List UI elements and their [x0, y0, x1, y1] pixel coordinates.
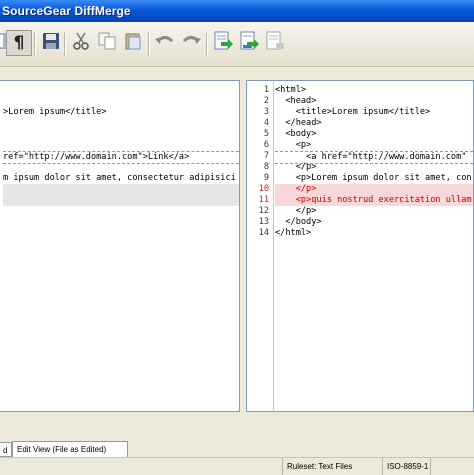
- changed-line: </p>: [275, 184, 473, 195]
- status-bar: Ruleset: Text Files ISO-8859-1: [0, 457, 474, 475]
- insert-change-icon: [264, 30, 286, 57]
- status-empty-cell: [430, 458, 474, 475]
- right-pane-line: <body>: [275, 129, 317, 139]
- right-pane-line: <head>: [275, 96, 317, 106]
- left-pane-line: [3, 129, 239, 140]
- apply-change-down-button[interactable]: [236, 30, 262, 56]
- status-ruleset: Ruleset: Text Files: [282, 458, 382, 475]
- changed-line: <p>quis nostrud exercitation ullam: [275, 195, 473, 206]
- title-bar: SourceGear DiffMerge: [0, 0, 474, 22]
- view-tabs: d Edit View (File as Edited): [0, 440, 474, 457]
- insert-change-button[interactable]: [262, 30, 288, 56]
- left-file-pane[interactable]: >Lorem ipsum</title> ref="http://www.doma…: [0, 80, 240, 412]
- undo-button[interactable]: [152, 30, 178, 56]
- toolbar: ¶: [0, 22, 474, 67]
- line-number: 3: [263, 107, 269, 117]
- left-pane-line: m ipsum dolor sit amet, consectetur adip…: [3, 173, 236, 183]
- left-pane-line: [3, 96, 239, 107]
- toolbar-separator: [206, 32, 208, 56]
- left-pane-line: [3, 85, 239, 96]
- status-encoding: ISO-8859-1: [382, 458, 430, 475]
- toolbar-separator: [148, 32, 150, 56]
- right-pane-line: </p>: [275, 162, 317, 172]
- line-number: 8: [263, 162, 269, 172]
- line-number: 12: [258, 206, 269, 216]
- right-pane-line: <p>Lorem ipsum dolor sit amet, con: [275, 173, 472, 183]
- right-pane-line: <html>: [275, 85, 307, 95]
- toolbar-separator: [64, 32, 66, 56]
- line-number: 1: [263, 85, 269, 95]
- line-number: 2: [263, 96, 269, 106]
- toolbar-separator: [34, 32, 36, 56]
- pilcrow-icon: ¶: [13, 33, 25, 53]
- tab-reference-view[interactable]: d: [0, 442, 12, 457]
- apply-change-button[interactable]: [210, 30, 236, 56]
- right-pane-line: </html>: [275, 228, 312, 238]
- left-pane-line: [3, 140, 239, 151]
- left-pane-line: [3, 217, 239, 228]
- line-number: 5: [263, 129, 269, 139]
- left-pane-line: [3, 162, 239, 173]
- left-pane-line: [3, 195, 239, 206]
- line-number: 6: [263, 140, 269, 150]
- save-icon: [41, 31, 61, 56]
- save-button[interactable]: [38, 30, 64, 56]
- left-pane-line: [3, 206, 239, 217]
- tab-edit-view[interactable]: Edit View (File as Edited): [12, 441, 128, 457]
- left-pane-line: >Lorem ipsum</title>: [3, 107, 107, 117]
- line-number: 4: [263, 118, 269, 128]
- line-number: 14: [258, 228, 269, 238]
- left-pane-line: [3, 184, 239, 195]
- copy-button[interactable]: [94, 30, 120, 56]
- right-pane-line: <p>: [275, 140, 312, 150]
- right-pane-line: <title>Lorem ipsum</title>: [275, 107, 431, 117]
- show-whitespace-button[interactable]: ¶: [6, 30, 32, 56]
- line-number: 9: [263, 173, 269, 183]
- line-number: 11: [258, 195, 269, 205]
- right-pane-line: </p>: [275, 206, 317, 216]
- line-number: 13: [258, 217, 269, 227]
- copy-icon: [97, 31, 117, 56]
- apply-change-icon: [212, 30, 234, 57]
- cut-button[interactable]: [68, 30, 94, 56]
- apply-change-down-icon: [238, 30, 260, 57]
- redo-icon: [180, 31, 202, 56]
- left-pane-line: [3, 118, 239, 129]
- paste-icon: [123, 31, 143, 56]
- redo-button[interactable]: [178, 30, 204, 56]
- right-file-pane[interactable]: 1 <html> 2 <head> 3 <title>Lorem ipsum</tit…: [246, 80, 474, 412]
- window-title: SourceGear DiffMerge: [2, 4, 131, 18]
- line-number: 7: [263, 151, 269, 161]
- cut-icon: [71, 31, 91, 56]
- paste-button[interactable]: [120, 30, 146, 56]
- right-pane-line: </body>: [275, 217, 322, 227]
- line-number: 10: [258, 184, 269, 194]
- left-pane-line: [3, 228, 239, 239]
- right-pane-line: </head>: [275, 118, 322, 128]
- undo-icon: [154, 31, 176, 56]
